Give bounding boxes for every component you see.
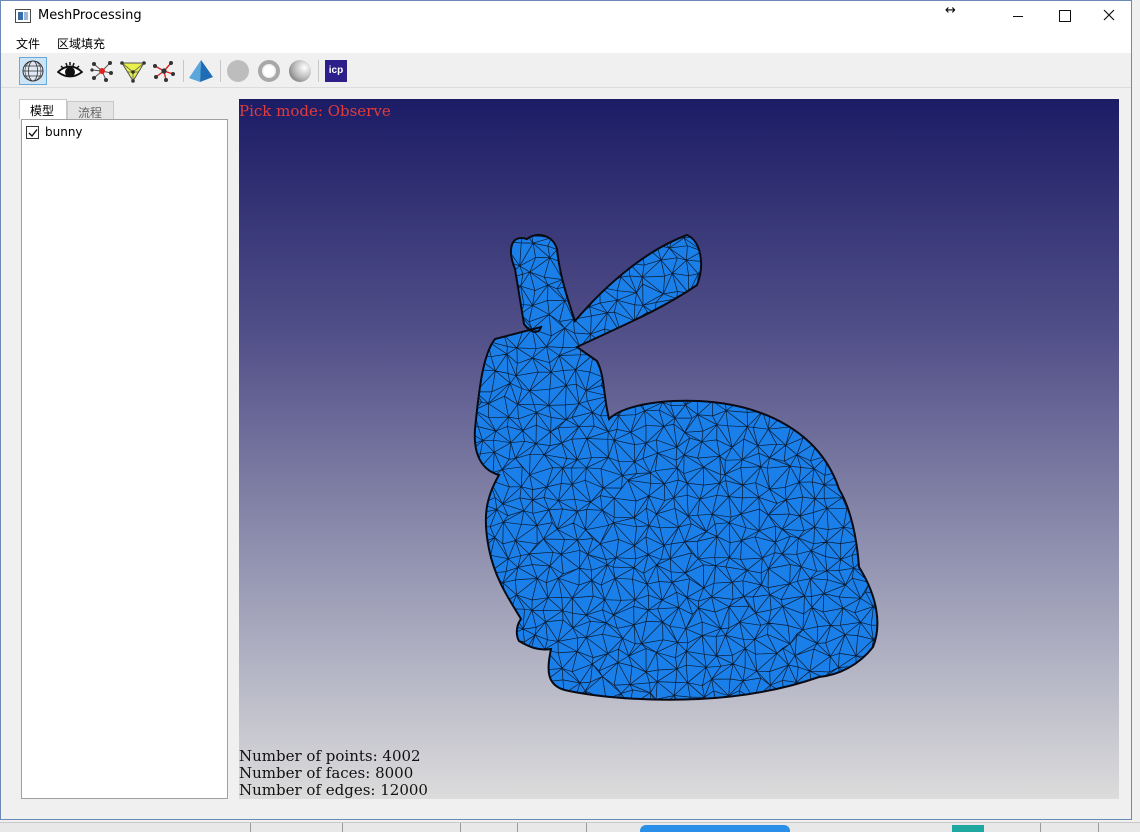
toolbar: icp [1,54,1131,88]
pyramid-icon [189,60,213,82]
wireframe-sphere-icon [22,60,44,82]
taskbar-divider [342,823,343,832]
toolbar-separator [220,60,221,82]
pick-mode-label: Pick mode: Observe [239,102,391,120]
desktop-taskbar-strip [0,822,1140,832]
edge-graph-icon [153,61,175,82]
ring-icon [258,60,280,82]
faces-count: Number of faces: 8000 [239,764,414,782]
app-icon [15,9,31,23]
window-title: MeshProcessing [38,8,142,23]
menu-bar: 文件 区域填充 [1,31,1131,53]
menu-file[interactable]: 文件 [16,35,40,52]
model-visible-checkbox[interactable] [26,125,39,139]
background-window-preview [640,825,790,832]
mesh-stats: Number of points: 4002 Number of faces: … [239,748,428,799]
bunny-mesh [473,233,879,701]
taskbar-divider [460,823,461,832]
face-select-button[interactable] [119,57,147,85]
model-list-item[interactable]: bunny [26,124,83,140]
face-select-icon [120,61,146,83]
maximize-button[interactable] [1041,1,1087,31]
toolbar-separator [183,60,184,82]
close-button[interactable] [1086,1,1132,31]
edge-select-button[interactable] [150,57,178,85]
vertex-graph-icon [90,61,113,82]
model-name: bunny [45,125,83,139]
main-window: MeshProcessing ↔ 文件 区域填充 icp 模型 流程 bunny… [0,0,1132,820]
resize-cursor-icon: ↔ [945,3,956,18]
tab-model[interactable]: 模型 [19,99,67,119]
smooth-sphere-icon [289,60,311,82]
status-bar [1,801,1131,819]
solid-mode-button[interactable] [187,57,215,85]
ring-shading-button[interactable] [255,57,283,85]
close-icon [1103,9,1115,21]
checkmark-icon [28,128,38,137]
flat-shading-button[interactable] [224,57,252,85]
flat-sphere-icon [227,60,249,82]
taskbar-divider [586,823,587,832]
edges-count: Number of edges: 12000 [239,781,428,799]
3d-viewport[interactable]: Pick mode: Observe Number of points: 400… [239,99,1119,799]
taskbar-divider [1098,823,1099,832]
observe-mode-button[interactable] [56,57,84,85]
menu-region-fill[interactable]: 区域填充 [57,35,105,52]
background-window-preview [952,825,984,832]
minimize-button[interactable] [995,1,1041,31]
taskbar-divider [1040,823,1041,832]
icp-button[interactable]: icp [322,57,350,85]
model-tree: bunny [21,119,228,799]
smooth-shading-button[interactable] [286,57,314,85]
taskbar-divider [250,823,251,832]
wireframe-mode-button[interactable] [19,57,47,85]
icp-icon: icp [325,60,347,82]
toolbar-separator [318,60,319,82]
vertex-select-button[interactable] [88,57,116,85]
points-count: Number of points: 4002 [239,747,421,765]
taskbar-divider [517,823,518,832]
title-bar[interactable]: MeshProcessing ↔ [1,1,1131,31]
eye-icon [57,62,83,78]
tab-flow[interactable]: 流程 [67,101,114,120]
